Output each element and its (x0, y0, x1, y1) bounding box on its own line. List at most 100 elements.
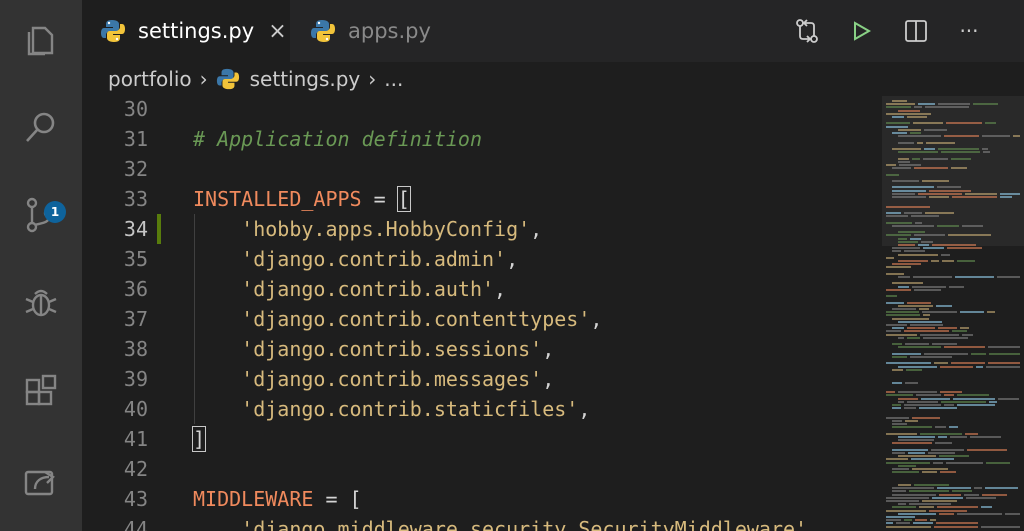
minimap-line (911, 458, 954, 461)
minimap-line (907, 301, 931, 304)
minimap-line (951, 167, 967, 170)
minimap-line (937, 224, 959, 227)
indent-guide (194, 214, 195, 424)
code-line[interactable]: 43 MIDDLEWARE = [ (82, 484, 882, 514)
minimap-line (918, 192, 962, 195)
code-line[interactable]: 33 INSTALLED_APPS = [ (82, 184, 882, 214)
source-control-badge: 1 (44, 201, 66, 223)
code-line[interactable]: 30 (82, 96, 882, 124)
minimap-line (937, 487, 971, 490)
tab-settings-py[interactable]: settings.py × (82, 0, 290, 62)
minimap-line (892, 381, 902, 384)
minimap-line (886, 458, 908, 461)
minimap-line (923, 314, 930, 317)
minimap-line (918, 103, 935, 106)
minimap-line (898, 240, 918, 243)
code-string: 'django.contrib.staticfiles' (241, 397, 579, 421)
minimap-line (892, 493, 936, 496)
tab-apps-py[interactable]: apps.py (290, 0, 470, 62)
code-line[interactable]: 39 'django.contrib.messages', (82, 364, 882, 394)
minimap-line (981, 506, 992, 509)
minimap-line (892, 263, 921, 266)
minimap-line (931, 448, 964, 451)
minimap-line (892, 189, 926, 192)
python-file-icon (311, 20, 335, 42)
minimap-line (907, 400, 938, 403)
minimap-line (967, 448, 1007, 451)
explorer-icon[interactable] (0, 10, 82, 70)
breadcrumb-symbol[interactable]: ... (384, 67, 403, 91)
code-line[interactable]: 44 'django.middleware.security.SecurityM… (82, 514, 882, 531)
code-line[interactable]: 35 'django.contrib.admin', (82, 244, 882, 274)
minimap-line (960, 311, 984, 314)
open-changes-icon[interactable] (790, 14, 824, 48)
modified-gutter-indicator (157, 214, 161, 244)
minimap-line (919, 308, 929, 310)
minimap-line (892, 132, 907, 134)
code-line[interactable]: 32 (82, 154, 882, 184)
code-line[interactable]: 34 'hobby.apps.HobbyConfig', (82, 214, 882, 244)
minimap-line (915, 519, 927, 522)
minimap-line (904, 404, 941, 406)
minimap-line (892, 224, 934, 227)
minimap-line (898, 237, 907, 240)
extensions-icon[interactable] (0, 362, 82, 422)
code-line[interactable]: 38 'django.contrib.sessions', (82, 334, 882, 364)
minimap-line (910, 356, 952, 358)
minimap[interactable] (882, 96, 1024, 531)
minimap-line (886, 519, 901, 522)
minimap-line (892, 186, 934, 189)
code-editor[interactable]: 30 31 # Application definition 32 33 INSTALLE… (82, 96, 882, 531)
code-token: , (506, 247, 519, 271)
minimap-line (933, 461, 943, 464)
minimap-line (998, 397, 1019, 400)
minimap-line (892, 250, 901, 253)
minimap-line (892, 426, 932, 429)
minimap-line (935, 426, 946, 429)
search-icon[interactable] (0, 97, 82, 157)
split-editor-icon[interactable] (899, 14, 933, 48)
minimap-line (892, 490, 906, 493)
minimap-line (886, 362, 931, 365)
minimap-line (898, 160, 910, 163)
code-token: ] (191, 426, 207, 452)
minimap-line (988, 346, 1020, 349)
close-icon[interactable]: × (268, 19, 286, 44)
code-line[interactable]: 42 (82, 454, 882, 484)
minimap-line (942, 260, 954, 262)
code-line[interactable]: 31 # Application definition (82, 124, 882, 154)
minimap-line (951, 157, 971, 160)
minimap-line (886, 295, 897, 298)
breadcrumb-file[interactable]: settings.py (250, 67, 361, 91)
minimap-line (938, 103, 970, 106)
minimap-line (892, 352, 921, 355)
minimap-line (912, 285, 946, 288)
code-line[interactable]: 40 'django.contrib.staticfiles', (82, 394, 882, 424)
minimap-line (937, 506, 978, 509)
minimap-line (892, 317, 929, 320)
more-actions-icon[interactable]: ··· (952, 14, 986, 48)
minimap-line (931, 260, 939, 262)
minimap-line (941, 400, 986, 403)
minimap-line (892, 192, 915, 195)
run-icon[interactable] (844, 14, 878, 48)
breadcrumb-folder[interactable]: portfolio (108, 67, 192, 91)
run-debug-icon[interactable] (0, 272, 82, 332)
minimap-line (906, 368, 922, 371)
source-control-icon[interactable]: 1 (0, 185, 82, 245)
minimap-line (944, 135, 979, 138)
code-token: , (578, 397, 591, 421)
remote-explorer-icon[interactable] (0, 452, 82, 512)
minimap-line (938, 436, 947, 438)
code-line[interactable]: 36 'django.contrib.auth', (82, 274, 882, 304)
minimap-line (892, 407, 901, 410)
code-line[interactable]: 37 'django.contrib.contenttypes', (82, 304, 882, 334)
code-line[interactable]: 41] (82, 424, 882, 454)
minimap-line (957, 512, 1002, 515)
minimap-line (905, 343, 929, 346)
line-number: 44 (123, 517, 148, 531)
